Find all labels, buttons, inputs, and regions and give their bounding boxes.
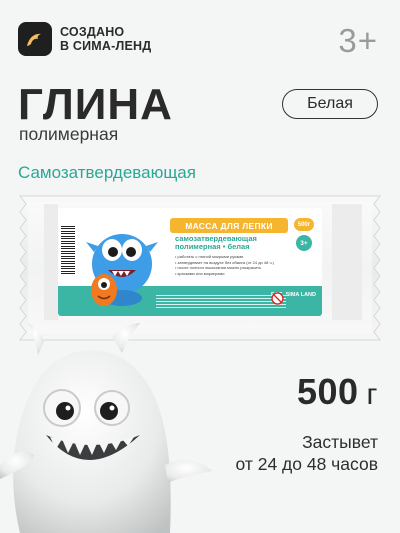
product-subtitle: полимерная [19,124,119,144]
package-label: МАССА ДЛЯ ЛЕПКИ 500г 3+ самозатвердевающ… [58,208,322,316]
weight-unit: г [366,378,378,411]
color-badge: Белая [282,89,378,119]
hardening-time: Застывет от 24 до 48 часов [235,431,378,475]
product-tagline: Самозатвердевающая [18,163,196,182]
brand-line-2: В СИМА-ЛЕНД [60,39,152,53]
bird-logo-icon [18,22,52,56]
orange-monster-mascot [91,274,117,306]
label-type-line-2: полимерная • белая [175,242,250,251]
label-bullet: красками или маркерами [175,271,295,277]
label-age-chip: 3+ [296,235,312,251]
white-clay-monster [0,323,212,533]
blue-monster-mascot [86,234,158,306]
label-weight-chip: 500г [294,218,314,231]
product-weight: 500 г [297,371,378,413]
label-marks: EAC SIMA LAND [271,292,316,305]
label-banner: МАССА ДЛЯ ЛЕПКИ [170,218,288,233]
brand-line-1: СОЗДАНО [60,25,125,39]
product-title: ГЛИНА [18,80,173,129]
hardening-line-1: Застывет [302,432,378,452]
label-bullets: работать с глиной мокрыми руками затверд… [175,254,295,276]
label-type: самозатвердевающая полимерная • белая [175,235,293,251]
label-fine-print [156,295,286,309]
sima-land-mark: SIMA LAND [285,292,316,298]
brand-name: СОЗДАНО В СИМА-ЛЕНД [60,25,151,53]
weight-value: 500 [296,371,359,412]
no-eating-icon [271,292,284,305]
brand: СОЗДАНО В СИМА-ЛЕНД [18,22,151,56]
age-rating: 3+ [338,22,378,59]
hardening-line-2: от 24 до 48 часов [235,454,378,474]
